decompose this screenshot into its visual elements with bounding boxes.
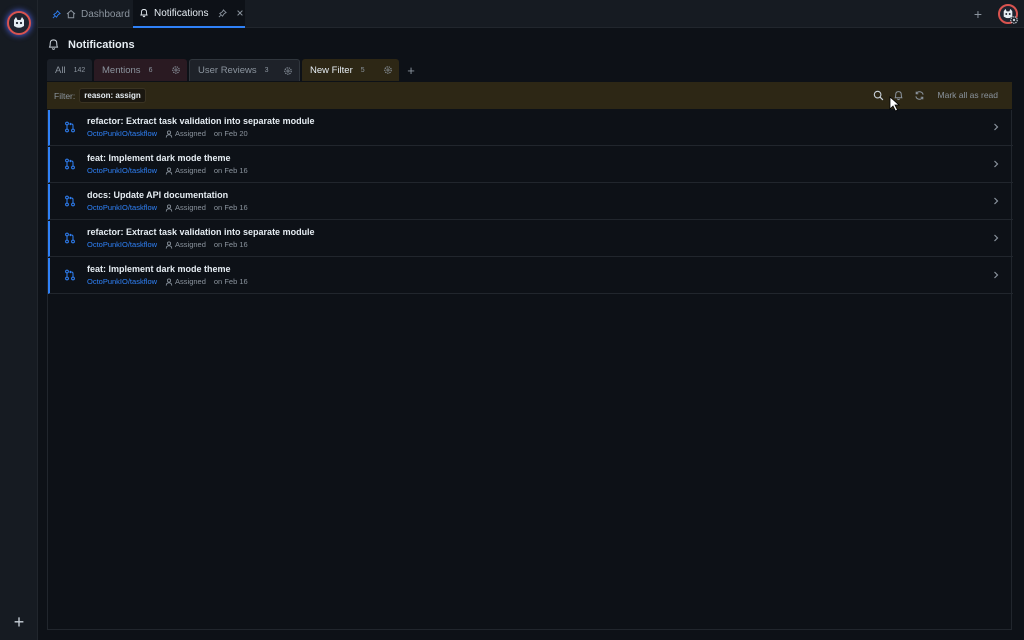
pin-icon[interactable] xyxy=(52,9,61,19)
reason-label: Assigned xyxy=(175,277,206,286)
repo-link[interactable]: OctoPunkIO/taskflow xyxy=(87,203,157,212)
settings-badge[interactable] xyxy=(1009,15,1019,25)
notification-reason: Assigned xyxy=(165,129,206,138)
filter-tab-new-filter[interactable]: New Filter 5 xyxy=(302,59,399,81)
notification-date: on Feb 16 xyxy=(213,240,248,249)
notification-meta: OctoPunkIO/taskflow Assigned on Feb 16 xyxy=(87,203,248,212)
refresh-button[interactable] xyxy=(913,89,925,101)
filter-tab-label: New Filter xyxy=(310,64,353,76)
notification-title[interactable]: refactor: Extract task validation into s… xyxy=(87,227,315,237)
new-tab-button[interactable]: + xyxy=(970,6,986,22)
person-icon xyxy=(165,167,173,175)
notification-meta: OctoPunkIO/taskflow Assigned on Feb 16 xyxy=(87,240,248,249)
gear-icon xyxy=(1010,16,1018,24)
pull-request-icon xyxy=(65,269,75,281)
refresh-icon xyxy=(914,90,924,100)
bell-icon xyxy=(48,39,59,50)
filter-tabs: All 142 Mentions 6 User Reviews 3 New Fi… xyxy=(47,59,421,81)
filter-tab-user-reviews[interactable]: User Reviews 3 xyxy=(189,59,300,81)
person-icon xyxy=(165,241,173,249)
add-filter-tab-button[interactable]: + xyxy=(401,59,421,81)
pull-request-icon xyxy=(65,232,75,244)
chevron-right-icon[interactable] xyxy=(991,122,1001,132)
mark-all-read-button[interactable]: Mark all as read xyxy=(938,90,998,100)
reason-label: Assigned xyxy=(175,166,206,175)
filter-tab-count: 5 xyxy=(360,66,365,74)
notification-row[interactable]: feat: Implement dark mode theme OctoPunk… xyxy=(48,258,1013,294)
notification-row[interactable]: refactor: Extract task validation into s… xyxy=(48,110,1013,146)
notification-reason: Assigned xyxy=(165,240,206,249)
mouse-cursor-icon xyxy=(889,96,901,112)
notification-date: on Feb 16 xyxy=(213,277,248,286)
notification-date: on Feb 16 xyxy=(213,203,248,212)
filter-tab-count: 6 xyxy=(148,66,153,74)
tab-notifications-label: Notifications xyxy=(154,7,209,19)
cat-logo-icon xyxy=(14,17,24,28)
repo-link[interactable]: OctoPunkIO/taskflow xyxy=(87,240,157,249)
repo-link[interactable]: OctoPunkIO/taskflow xyxy=(87,129,157,138)
notification-row[interactable]: docs: Update API documentation OctoPunkI… xyxy=(48,184,1013,220)
top-tab-bar: Dashboard Notifications + xyxy=(38,0,1024,28)
filter-tab-count: 3 xyxy=(264,67,269,74)
chevron-right-icon[interactable] xyxy=(991,270,1001,280)
account-avatar[interactable] xyxy=(7,11,31,35)
pull-request-icon xyxy=(65,195,75,207)
filter-tab-label: User Reviews xyxy=(198,65,257,76)
filter-tab-all[interactable]: All 142 xyxy=(47,59,92,81)
notification-list: refactor: Extract task validation into s… xyxy=(47,110,1013,630)
notification-reason: Assigned xyxy=(165,203,206,212)
person-icon xyxy=(165,130,173,138)
tab-dashboard-label: Dashboard xyxy=(81,8,130,20)
filter-bar: Filter: reason: assign Mark all as read xyxy=(47,82,1012,109)
user-avatar[interactable] xyxy=(998,4,1018,24)
chevron-right-icon[interactable] xyxy=(991,233,1001,243)
person-icon xyxy=(165,278,173,286)
reason-label: Assigned xyxy=(175,129,206,138)
pull-request-icon xyxy=(65,121,75,133)
pin-icon[interactable] xyxy=(218,8,228,18)
filter-tab-count: 142 xyxy=(73,66,86,74)
gear-icon[interactable] xyxy=(171,65,181,75)
bell-icon xyxy=(140,9,148,18)
repo-link[interactable]: OctoPunkIO/taskflow xyxy=(87,166,157,175)
filter-label: Filter: xyxy=(54,90,76,101)
filter-tab-mentions[interactable]: Mentions 6 xyxy=(94,59,187,81)
notification-row[interactable]: refactor: Extract task validation into s… xyxy=(48,221,1013,257)
notification-meta: OctoPunkIO/taskflow Assigned on Feb 16 xyxy=(87,277,248,286)
gear-icon[interactable] xyxy=(283,66,293,76)
close-icon[interactable] xyxy=(236,9,244,17)
notification-title[interactable]: feat: Implement dark mode theme xyxy=(87,264,231,274)
notification-row[interactable]: feat: Implement dark mode theme OctoPunk… xyxy=(48,147,1013,183)
chevron-right-icon[interactable] xyxy=(991,159,1001,169)
tab-dashboard[interactable]: Dashboard xyxy=(46,0,136,28)
filter-tab-label: All xyxy=(55,64,66,76)
notification-date: on Feb 16 xyxy=(213,166,248,175)
search-button[interactable] xyxy=(872,89,884,101)
notification-title[interactable]: refactor: Extract task validation into s… xyxy=(87,116,315,126)
repo-link[interactable]: OctoPunkIO/taskflow xyxy=(87,277,157,286)
notification-title[interactable]: feat: Implement dark mode theme xyxy=(87,153,231,163)
search-icon xyxy=(873,90,883,100)
chevron-right-icon[interactable] xyxy=(991,196,1001,206)
notification-reason: Assigned xyxy=(165,277,206,286)
reason-label: Assigned xyxy=(175,240,206,249)
pull-request-icon xyxy=(65,158,75,170)
add-account-button[interactable]: + xyxy=(10,613,28,631)
gear-icon[interactable] xyxy=(383,65,393,75)
notification-reason: Assigned xyxy=(165,166,206,175)
notification-title[interactable]: docs: Update API documentation xyxy=(87,190,228,200)
tab-notifications[interactable]: Notifications xyxy=(133,0,245,28)
home-icon xyxy=(66,9,76,19)
filter-tab-label: Mentions xyxy=(102,64,141,76)
page-title: Notifications xyxy=(47,38,135,51)
notification-meta: OctoPunkIO/taskflow Assigned on Feb 16 xyxy=(87,166,248,175)
left-rail: + xyxy=(0,0,38,640)
page-title-text: Notifications xyxy=(68,38,135,51)
notification-meta: OctoPunkIO/taskflow Assigned on Feb 20 xyxy=(87,129,248,138)
notification-date: on Feb 20 xyxy=(213,129,248,138)
person-icon xyxy=(165,204,173,212)
filter-chip[interactable]: reason: assign xyxy=(79,88,146,103)
reason-label: Assigned xyxy=(175,203,206,212)
